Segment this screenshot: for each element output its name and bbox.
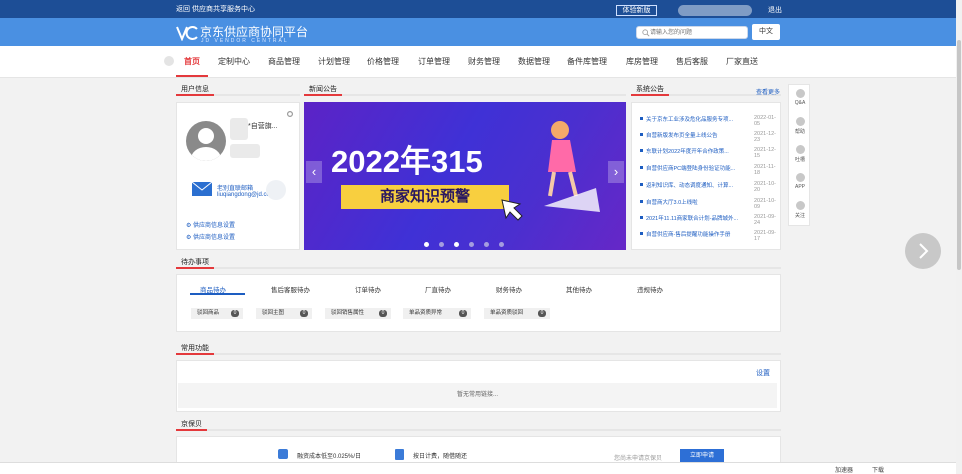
feedback-icon[interactable]: 吐槽: [790, 145, 810, 163]
todo-tab-order[interactable]: 订单待办: [355, 284, 381, 294]
common-empty: 暂无常用链接...: [178, 383, 777, 408]
qa-icon[interactable]: Q&A: [790, 89, 810, 106]
todo-tab-finance[interactable]: 财务待办: [496, 284, 522, 294]
nav-item-aftersale[interactable]: 售后客服: [676, 56, 708, 67]
search-input[interactable]: [650, 28, 744, 38]
todo-header: 待办事项: [176, 257, 781, 269]
jbb-feature-1: 融资成本低至0.025%/日: [297, 454, 362, 460]
user-panel-header: 用户信息: [176, 84, 300, 96]
nav-item-custom[interactable]: 定制中心: [218, 56, 250, 67]
avatar[interactable]: [186, 121, 226, 161]
nav-item-plan[interactable]: 计划管理: [318, 56, 350, 67]
supplier-settings-link-2[interactable]: ⚙ 供应商信息设置: [186, 232, 235, 241]
system-title: 系统公告: [631, 84, 669, 96]
jbb-title: 京保贝: [176, 419, 207, 431]
todo-title: 待办事项: [176, 257, 214, 269]
blurred-block: [230, 118, 248, 140]
todo-active-underline: [190, 293, 245, 295]
nav-active-underline: [176, 75, 208, 77]
help-icon[interactable]: 帮助: [790, 117, 810, 135]
supplier-settings-link[interactable]: ⚙ 供应商信息设置: [186, 220, 235, 229]
todo-chip[interactable]: 驳回销售属性 0: [325, 308, 391, 319]
nav-item-direct[interactable]: 厂家直送: [726, 56, 758, 67]
next-float-button[interactable]: [905, 233, 941, 269]
nav-item-goods[interactable]: 商品管理: [268, 56, 300, 67]
money-icon: [278, 449, 288, 459]
banner-next-arrow[interactable]: ›: [608, 161, 624, 183]
nav-item-spare[interactable]: 备件库管理: [567, 56, 607, 67]
news-title: 新闻公告: [304, 84, 342, 96]
todo-tab-other[interactable]: 其他待办: [566, 284, 592, 294]
todo-tab-violation[interactable]: 违规待办: [637, 284, 663, 294]
nav-item-warehouse[interactable]: 库房管理: [626, 56, 658, 67]
common-header: 常用功能: [176, 343, 781, 355]
todo-chip[interactable]: 驳回商品 0: [191, 308, 243, 319]
search-icon: [642, 29, 650, 37]
blurred-block: [230, 144, 260, 158]
download-label[interactable]: 下载: [872, 465, 884, 474]
search-box[interactable]: [636, 26, 748, 39]
try-new-version-button[interactable]: 体验新版: [616, 5, 657, 16]
banner-title: 2022年315: [331, 144, 483, 179]
todo-chip[interactable]: 单品资质异常 0: [403, 308, 471, 319]
chevron-right-icon: [919, 243, 929, 259]
todo-chip[interactable]: 驳回主图 0: [256, 308, 312, 319]
follow-icon[interactable]: 关注: [790, 201, 810, 219]
system-more-link[interactable]: 查看更多: [756, 87, 780, 96]
language-button[interactable]: 中文: [752, 24, 780, 40]
banner-prev-arrow[interactable]: ‹: [306, 161, 322, 183]
banner-subtitle: 商家知识预警: [341, 185, 509, 209]
todo-panel: [176, 274, 781, 332]
nav-item-home[interactable]: 首页: [184, 56, 200, 67]
contact-icon[interactable]: [266, 180, 286, 200]
mail-icon: [192, 182, 212, 196]
user-silhouette-icon: [191, 128, 221, 161]
username-blurred[interactable]: [678, 5, 752, 16]
nav-item-order[interactable]: 订单管理: [418, 56, 450, 67]
jbb-apply-hint: 您尚未申请京保贝: [614, 456, 663, 462]
gear-icon[interactable]: [286, 110, 294, 118]
logo-subtitle: JD VENDOR CENTRAL: [201, 38, 289, 44]
top-links[interactable]: 返回 供应商共享服务中心: [176, 4, 255, 14]
scrollbar-thumb[interactable]: [957, 40, 961, 270]
nav-item-finance[interactable]: 财务管理: [468, 56, 500, 67]
todo-tab-direct[interactable]: 厂直待办: [425, 284, 451, 294]
calculator-icon: [395, 449, 404, 460]
app-icon[interactable]: APP: [790, 173, 810, 190]
top-bar: 返回 供应商共享服务中心 体验新版 退出: [0, 0, 962, 18]
jbb-header: 京保贝: [176, 419, 781, 431]
nav-item-price[interactable]: 价格管理: [367, 56, 399, 67]
news-header: 新闻公告: [304, 84, 626, 96]
vc-logo-icon: [176, 26, 198, 41]
browser-status-bar: 加速器 下载: [0, 462, 956, 474]
user-panel-title: 用户信息: [176, 84, 214, 96]
main-nav: 首页 定制中心 商品管理 计划管理 价格管理 订单管理 财务管理 数据管理 备件…: [0, 46, 962, 78]
accelerate-label[interactable]: 加速器: [835, 465, 853, 474]
system-notice-list: 关于京东工业涉及危化品服务专项... 2022-01-05 自营新版发布页全量上线…: [631, 102, 781, 250]
right-float-sidebar: Q&A 帮助 吐槽 APP 关注: [788, 84, 810, 226]
apply-button[interactable]: 立即申请: [680, 449, 724, 463]
nav-item-data[interactable]: 数据管理: [518, 56, 550, 67]
hand-cursor-icon: [501, 199, 523, 221]
common-settings-link[interactable]: 设置: [756, 368, 770, 378]
logout-link[interactable]: 退出: [768, 5, 782, 15]
jbb-feature-2: 按日计费，随借随还: [413, 454, 468, 460]
banner-girl-illustration: [544, 121, 600, 212]
user-name: *自营旗...: [248, 123, 278, 130]
common-title: 常用功能: [176, 343, 214, 355]
news-banner[interactable]: 2022年315 商家知识预警 ‹ ›: [304, 102, 626, 250]
mail-label: 老别直联邮箱: [217, 186, 254, 192]
header: 京东供应商协同平台 JD VENDOR CENTRAL 中文: [0, 18, 962, 46]
todo-chip[interactable]: 单品资质驳回 0: [484, 308, 550, 319]
nav-prev-arrow-icon[interactable]: [164, 56, 174, 66]
todo-tab-aftersale[interactable]: 售后客服待办: [271, 284, 310, 294]
banner-dots[interactable]: [424, 239, 514, 249]
